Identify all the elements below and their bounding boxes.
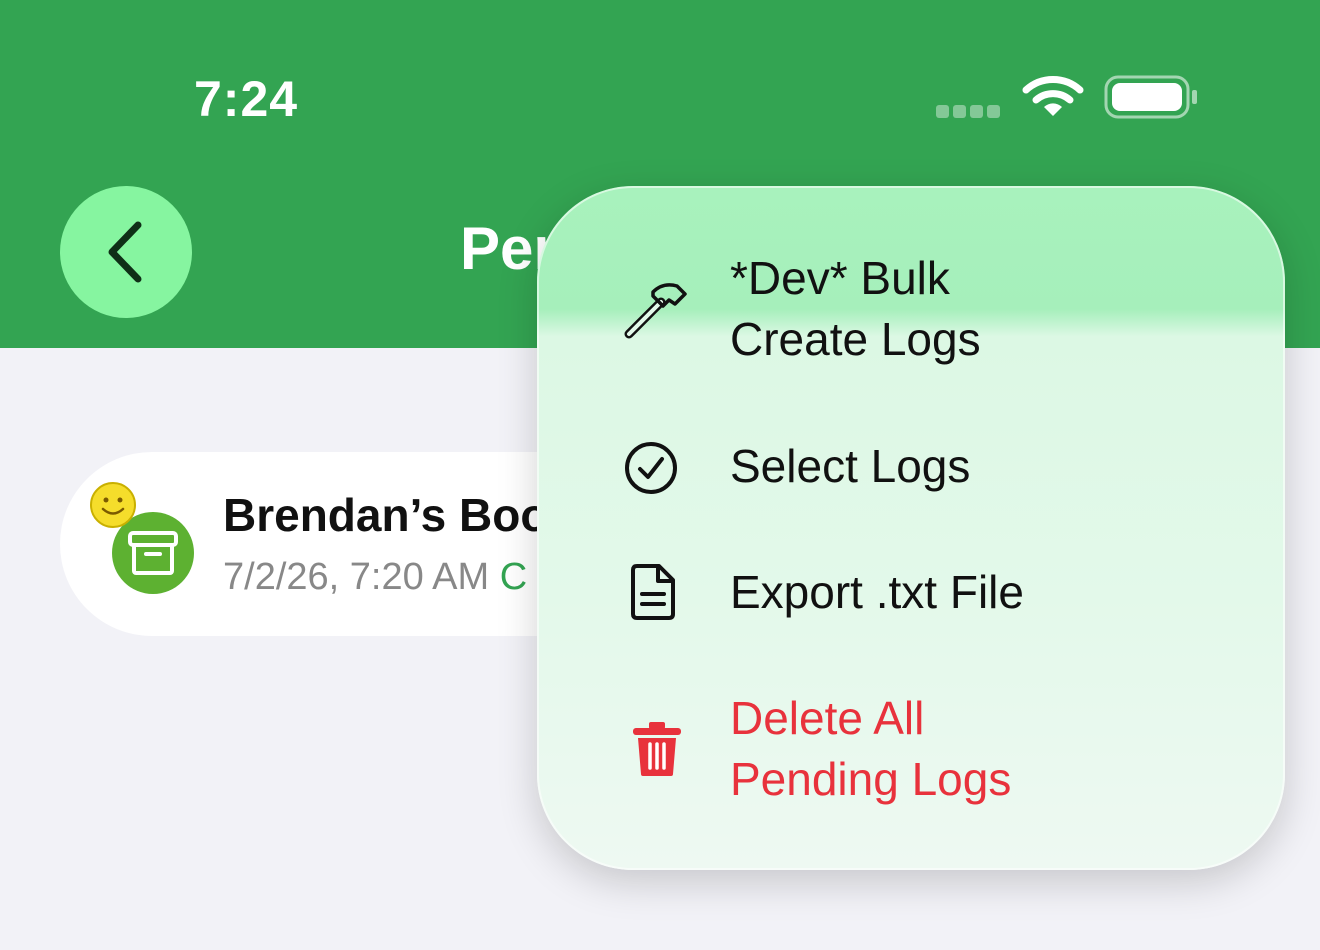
context-menu: *Dev* Bulk Create Logs Select Logs Expor… [537, 186, 1285, 870]
chevron-left-icon [108, 221, 142, 283]
log-title: Brendan’s Boo [223, 489, 549, 541]
menu-item-export-txt[interactable]: Export .txt File [537, 562, 1285, 626]
menu-item-select-logs[interactable]: Select Logs [537, 436, 1285, 500]
smiley-icon [90, 482, 136, 528]
log-timestamp: 7/2/26, 7:20 AM [223, 556, 490, 598]
document-icon [631, 564, 675, 620]
menu-item-bulk-create-logs[interactable]: *Dev* Bulk Create Logs [537, 248, 1285, 374]
menu-item-label: Export .txt File [730, 566, 1024, 618]
status-time: 7:24 [194, 71, 299, 127]
menu-item-delete-pending-logs[interactable]: Delete All Pending Logs [537, 688, 1285, 814]
battery-icon [1104, 75, 1197, 119]
menu-item-label: Create Logs [730, 313, 981, 365]
menu-item-label: Delete All [730, 692, 925, 744]
wifi-icon [1022, 76, 1084, 116]
menu-item-label: Pending Logs [730, 753, 1012, 805]
back-button[interactable] [60, 186, 192, 318]
log-status: C [499, 556, 528, 598]
menu-item-label: Select Logs [730, 440, 971, 492]
menu-item-label: *Dev* Bulk [730, 252, 950, 304]
cellular-signal-icon [936, 105, 1000, 118]
trash-icon [633, 722, 681, 776]
log-meta: 7/2/26, 7:20 AM C [223, 556, 527, 599]
checkmark-circle-icon [625, 442, 677, 494]
hammer-icon [624, 283, 687, 339]
